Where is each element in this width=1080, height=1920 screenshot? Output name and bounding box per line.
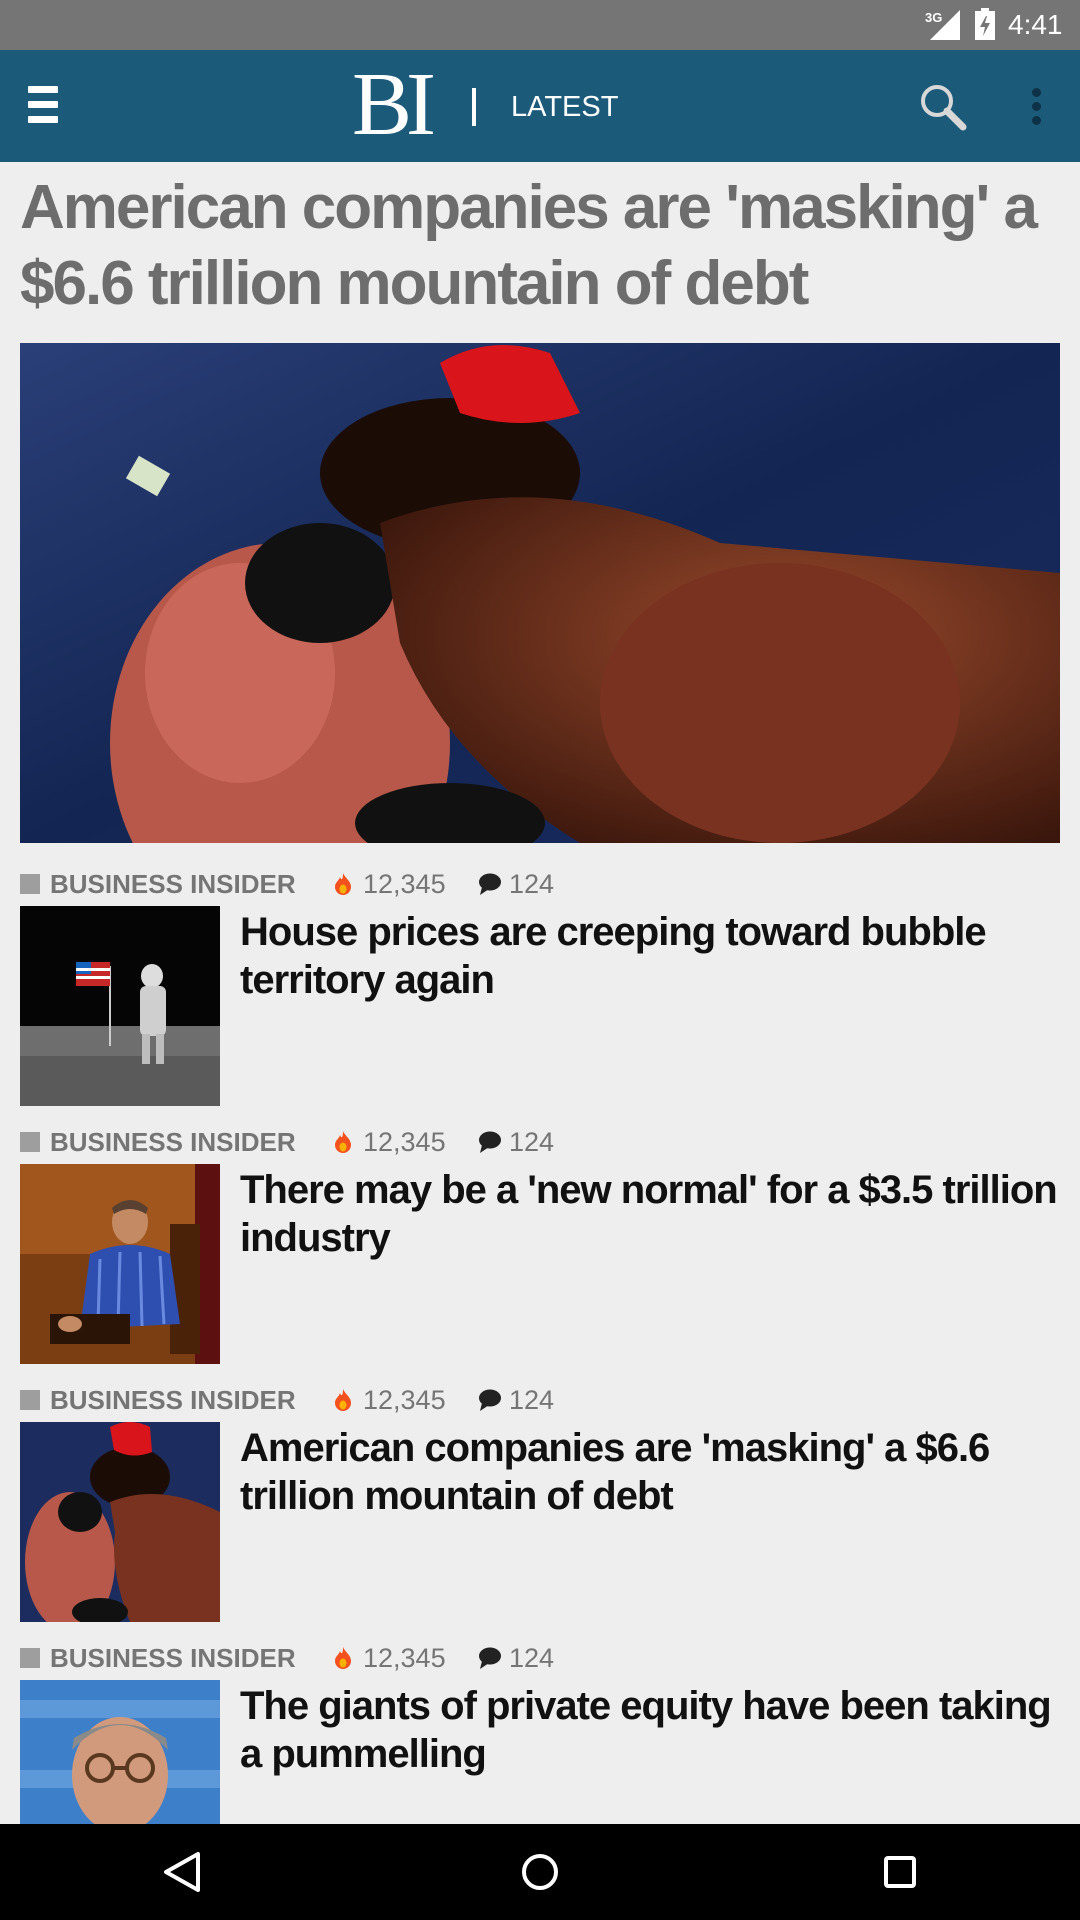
comment-icon — [479, 873, 501, 895]
source-label: BUSINESS INSIDER — [50, 1127, 296, 1157]
seated-man-thumbnail[interactable] — [20, 1164, 220, 1364]
logo-divider — [472, 88, 476, 126]
article-meta: BUSINESS INSIDER 12,345 124 — [20, 1384, 1060, 1416]
app-bar: BI LATEST — [0, 50, 1080, 162]
recents-icon[interactable] — [878, 1848, 922, 1896]
article-card[interactable]: BUSINESS INSIDER 12,345 124 There may be… — [0, 1126, 1080, 1384]
battery-icon — [975, 8, 995, 40]
source-square-icon — [20, 1132, 40, 1152]
article-headline[interactable]: House prices are creeping toward bubble … — [240, 908, 1060, 1004]
article-card[interactable]: BUSINESS INSIDER 12,345 124 American com… — [0, 1384, 1080, 1642]
flame-icon — [335, 873, 351, 895]
bi-logo[interactable]: BI — [352, 60, 436, 150]
article-headline[interactable]: American companies are 'masking' a $6.6 … — [240, 1424, 1060, 1520]
home-icon[interactable] — [516, 1848, 564, 1896]
comment-icon — [479, 1647, 501, 1669]
article-meta: BUSINESS INSIDER 12,345 124 — [20, 1126, 1060, 1158]
comment-count: 124 — [509, 1385, 555, 1415]
man-with-glasses-thumbnail[interactable] — [20, 1680, 220, 1824]
article-meta: BUSINESS INSIDER 12,345 124 — [20, 868, 1060, 900]
view-count: 12,345 — [363, 1385, 446, 1415]
source-label: BUSINESS INSIDER — [50, 1643, 296, 1673]
comment-count: 124 — [509, 1127, 555, 1157]
comment-icon — [479, 1131, 501, 1153]
article-meta: BUSINESS INSIDER 12,345 124 — [20, 1642, 1060, 1674]
view-count: 12,345 — [363, 1643, 446, 1673]
view-count: 12,345 — [363, 1127, 446, 1157]
status-bar: 3G 4:41 — [0, 0, 1080, 50]
flame-icon — [335, 1647, 351, 1669]
article-card[interactable]: BUSINESS INSIDER 12,345 124 The giants o… — [0, 1642, 1080, 1824]
source-square-icon — [20, 1390, 40, 1410]
section-label[interactable]: LATEST — [511, 88, 618, 126]
hero-image[interactable] — [20, 343, 1060, 843]
source-label: BUSINESS INSIDER — [50, 1385, 296, 1415]
hero-headline[interactable]: American companies are 'masking' a $6.6 … — [20, 170, 1060, 322]
clock: 4:41 — [1008, 9, 1063, 40]
comment-count: 124 — [509, 869, 555, 899]
network-type: 3G — [925, 10, 943, 25]
search-icon[interactable] — [918, 82, 968, 132]
source-label: BUSINESS INSIDER — [50, 869, 296, 899]
back-icon[interactable] — [160, 1848, 204, 1896]
system-navigation-bar — [0, 1824, 1080, 1920]
menu-icon[interactable] — [28, 84, 58, 126]
source-square-icon — [20, 1648, 40, 1668]
source-square-icon — [20, 874, 40, 894]
article-headline[interactable]: There may be a 'new normal' for a $3.5 t… — [240, 1166, 1060, 1262]
more-options-icon[interactable] — [1022, 86, 1050, 128]
boxing-thumbnail[interactable] — [20, 1422, 220, 1622]
moon-landing-thumbnail[interactable] — [20, 906, 220, 1106]
flame-icon — [335, 1389, 351, 1411]
comment-icon — [479, 1389, 501, 1411]
comment-count: 124 — [509, 1643, 555, 1673]
article-headline[interactable]: The giants of private equity have been t… — [240, 1682, 1060, 1778]
view-count: 12,345 — [363, 869, 446, 899]
article-card[interactable]: BUSINESS INSIDER 12,345 124 House prices… — [0, 868, 1080, 1126]
flame-icon — [335, 1131, 351, 1153]
